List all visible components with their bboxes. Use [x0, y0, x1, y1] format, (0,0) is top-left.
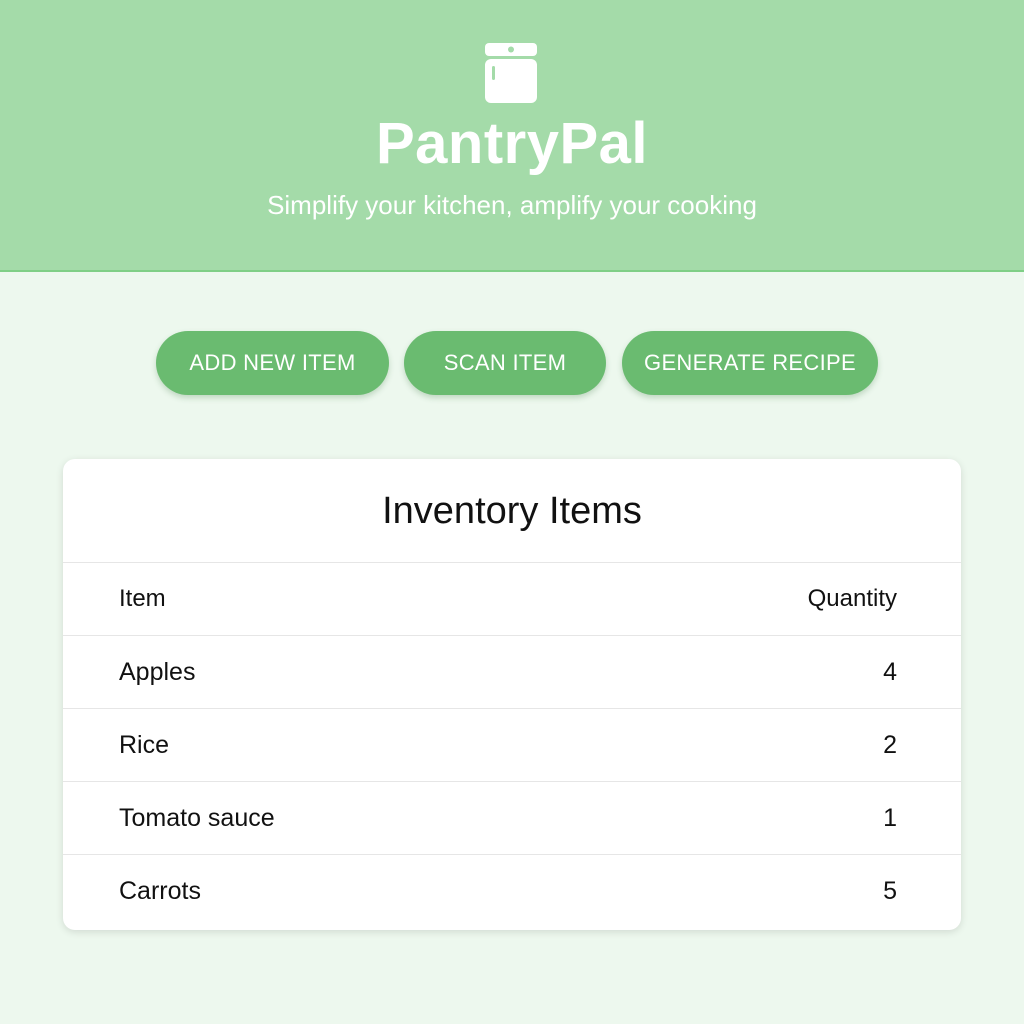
column-header-quantity: Quantity: [807, 585, 897, 612]
app-header: PantryPal Simplify your kitchen, amplify…: [0, 0, 1024, 272]
add-new-item-button[interactable]: ADD NEW ITEM: [156, 331, 389, 395]
item-name: Carrots: [119, 877, 201, 905]
inventory-title: Inventory Items: [63, 459, 961, 563]
table-header-row: Item Quantity: [63, 563, 961, 636]
app-tagline: Simplify your kitchen, amplify your cook…: [267, 190, 757, 220]
table-row[interactable]: Rice 2: [63, 709, 961, 782]
item-name: Rice: [119, 730, 170, 759]
column-header-item: Item: [119, 585, 166, 612]
action-bar: ADD NEW ITEM SCAN ITEM GENERATE RECIPE: [0, 331, 1024, 395]
app-title: PantryPal: [375, 111, 649, 176]
item-quantity: 1: [883, 803, 897, 832]
pantry-icon: [485, 43, 537, 103]
table-row[interactable]: Apples 4: [63, 636, 961, 709]
inventory-card: Inventory Items Item Quantity Apples 4 R…: [63, 459, 961, 930]
item-quantity: 2: [883, 730, 897, 759]
table-row[interactable]: Carrots 5: [63, 855, 961, 928]
item-name: Apples: [119, 657, 196, 686]
item-quantity: 5: [883, 877, 897, 905]
generate-recipe-button[interactable]: GENERATE RECIPE: [622, 331, 878, 395]
item-name: Tomato sauce: [119, 803, 275, 832]
item-quantity: 4: [883, 657, 897, 686]
table-row[interactable]: Tomato sauce 1: [63, 782, 961, 855]
scan-item-button[interactable]: SCAN ITEM: [404, 331, 606, 395]
